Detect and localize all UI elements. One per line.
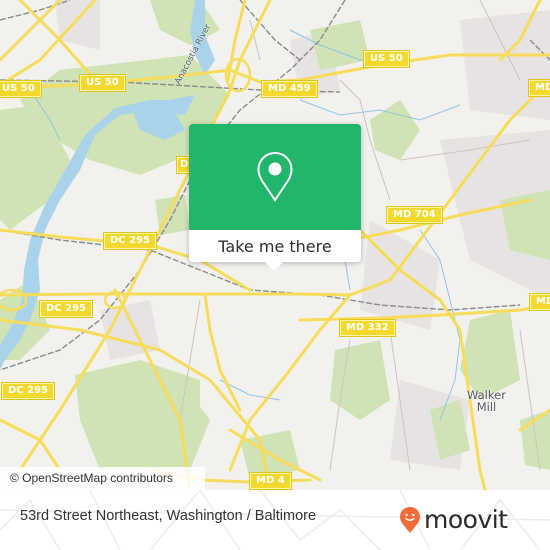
us50-west-shield: US 50 [0,80,42,98]
popup-pointer [265,262,283,271]
dc295-middle-shield: DC 295 [39,300,93,318]
map-view[interactable]: Anacostia River US 50 US 50 US 50 MD 459… [0,0,550,490]
walker-mill-line2: Mill [476,400,497,414]
address-text: 53rd Street Northeast, Washington / Balt… [20,508,317,524]
us50-center-shield: US 50 [79,74,126,92]
md4-shield: MD 4 [249,472,292,490]
walker-mill-label: Walker Mill [467,389,506,413]
dc295-upper-shield: DC 295 [103,232,157,250]
location-popup: Take me there [189,124,361,271]
dc295-lower-shield: DC 295 [1,382,55,400]
take-me-there-button[interactable]: Take me there [189,230,361,262]
md459-shield: MD 459 [261,80,318,98]
us50-east-shield: US 50 [363,50,410,68]
md704-north-shield: MD 704 [528,79,550,97]
moovit-wordmark: moovit [424,505,508,534]
md332-shield: MD 332 [339,319,396,337]
map-attribution[interactable]: © OpenStreetMap contributors [0,467,205,490]
moovit-logo[interactable]: moovit [399,500,508,540]
md-east-shield: MD 332 [529,293,550,311]
md704-center-shield: MD 704 [386,206,443,224]
map-pin-icon [257,151,293,202]
footer-bar: 53rd Street Northeast, Washington / Balt… [0,490,550,550]
moovit-pin-icon [400,507,420,533]
popup-header [189,124,361,230]
